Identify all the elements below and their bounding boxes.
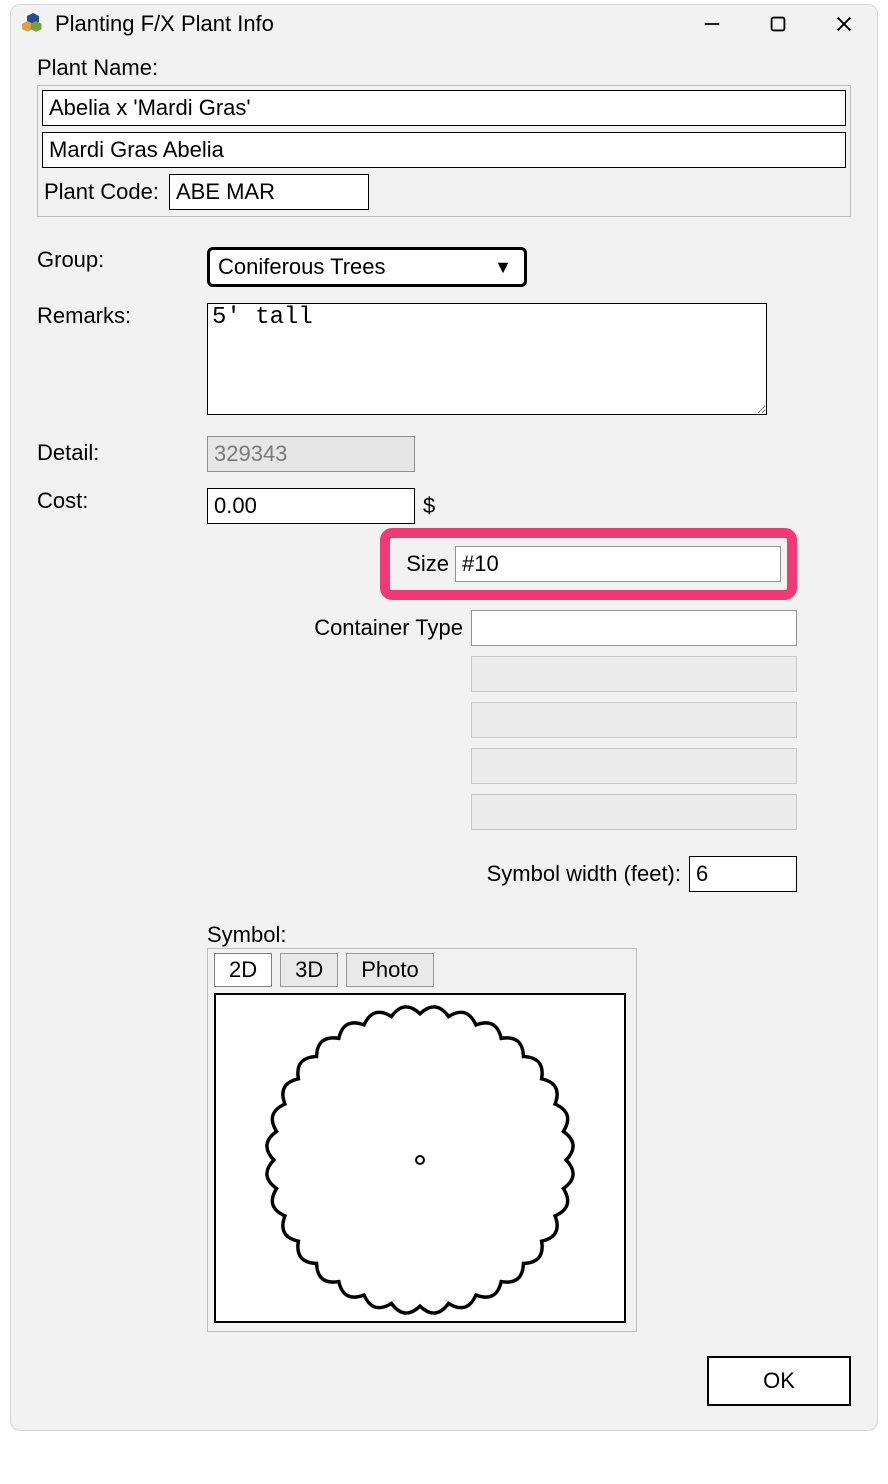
- close-button[interactable]: [831, 11, 857, 37]
- ok-button[interactable]: OK: [707, 1356, 851, 1406]
- symbol-width-input[interactable]: [689, 856, 797, 892]
- detail-label: Detail:: [37, 440, 207, 466]
- size-input[interactable]: [455, 546, 781, 582]
- cost-currency: $: [423, 493, 435, 519]
- plant-symbol-icon: [216, 995, 624, 1321]
- plant-name-group: Plant Code:: [37, 85, 851, 217]
- extra-field-3: [471, 748, 797, 784]
- group-select-value: Coniferous Trees: [218, 254, 386, 280]
- tab-2d[interactable]: 2D: [214, 953, 272, 987]
- remarks-label: Remarks:: [37, 303, 207, 329]
- extra-field-1: [471, 656, 797, 692]
- symbol-group: 2D 3D Photo: [207, 948, 637, 1332]
- app-icon: [21, 12, 45, 36]
- detail-input[interactable]: [207, 436, 415, 472]
- symbol-label: Symbol:: [207, 922, 851, 948]
- cost-label: Cost:: [37, 488, 207, 514]
- plant-code-label: Plant Code:: [42, 179, 159, 205]
- dialog-content: Plant Name: Plant Code: Group: Coniferou…: [11, 43, 877, 1430]
- window-controls: [699, 11, 857, 37]
- plant-code-input[interactable]: [169, 174, 369, 210]
- extra-field-4: [471, 794, 797, 830]
- symbol-preview: [214, 993, 626, 1323]
- tab-3d[interactable]: 3D: [280, 953, 338, 987]
- dialog-window: Planting F/X Plant Info Plant Name: Plan…: [10, 4, 878, 1431]
- plant-common-name-input[interactable]: [42, 132, 846, 168]
- group-label: Group:: [37, 247, 207, 273]
- tab-photo[interactable]: Photo: [346, 953, 434, 987]
- extra-field-2: [471, 702, 797, 738]
- symbol-width-label: Symbol width (feet):: [487, 861, 681, 887]
- minimize-button[interactable]: [699, 11, 725, 37]
- remarks-textarea[interactable]: [207, 303, 767, 415]
- plant-scientific-name-input[interactable]: [42, 90, 846, 126]
- window-title: Planting F/X Plant Info: [55, 11, 699, 37]
- size-label: Size: [406, 551, 449, 577]
- group-select[interactable]: Coniferous Trees ▼: [207, 247, 527, 287]
- cost-input[interactable]: [207, 488, 415, 524]
- size-highlight: Size: [380, 528, 797, 600]
- container-type-label: Container Type: [314, 615, 463, 641]
- container-type-input[interactable]: [471, 610, 797, 646]
- plant-name-label: Plant Name:: [37, 55, 851, 81]
- titlebar: Planting F/X Plant Info: [11, 5, 877, 43]
- chevron-down-icon: ▼: [494, 257, 512, 278]
- maximize-button[interactable]: [765, 11, 791, 37]
